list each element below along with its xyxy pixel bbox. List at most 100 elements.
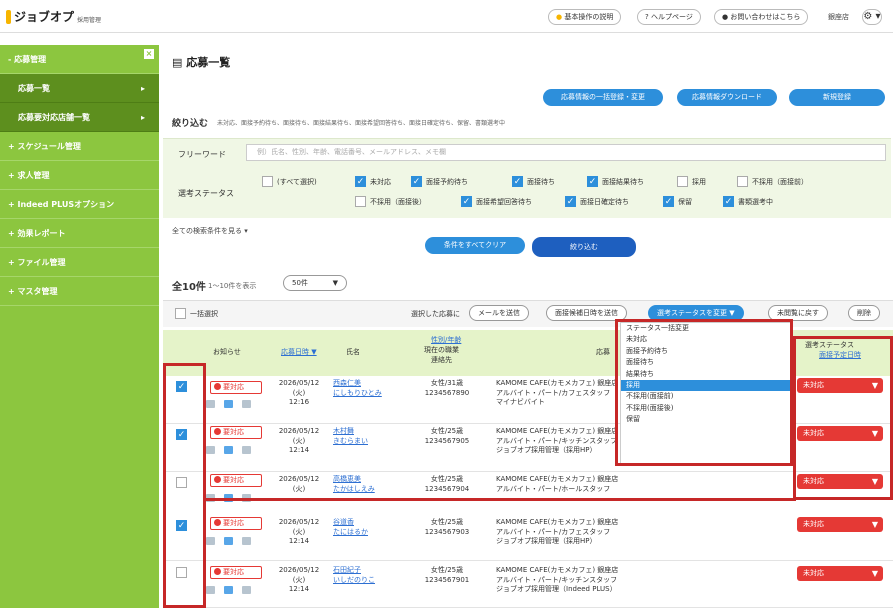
contact-button[interactable]: ● お問い合わせはこちら — [714, 9, 809, 25]
col-contact: 連絡先 — [431, 356, 452, 364]
application-date: 2026/05/12 (火) 12:16 — [278, 379, 320, 406]
checkbox-on-hold[interactable]: ✓ 保留 — [663, 196, 692, 207]
filter-description: 未対応、面接予約待ち、面接待ち、面接結果待ち、面接希望回答待ち、面接日確定待ち、… — [217, 120, 506, 127]
page-title: ▤ 応募一覧 — [172, 56, 231, 69]
highlight-box-dropdown — [615, 319, 793, 466]
person-icon — [224, 537, 233, 545]
applicant-name[interactable]: 木村舞 きむらまい — [333, 427, 368, 446]
checkbox-preference-waiting[interactable]: ✓ 面接希望回答待ち — [461, 196, 532, 207]
select-all-checkbox[interactable]: 一括選択 — [175, 308, 218, 319]
sidebar-item-reports[interactable]: + 効果レポート — [0, 219, 159, 248]
applicant-name[interactable]: 谷道香 たにはるか — [333, 518, 368, 537]
col-occupation: 現在の職業 — [424, 346, 459, 354]
chevron-down-icon: ▼ — [871, 569, 878, 578]
gender-age-contact: 女性/31歳 1234567890 — [424, 379, 470, 397]
status-select[interactable]: 未対応 ▼ — [797, 517, 883, 532]
chevron-down-icon: ▼ — [332, 279, 338, 287]
col-notice: お知らせ — [213, 348, 241, 356]
checkbox-interview-booking[interactable]: ✓ 面接予約待ち — [411, 176, 468, 187]
new-button[interactable]: 新規登録 — [789, 89, 885, 106]
shop-name: 銀座店 — [828, 13, 849, 21]
col-shop: 応募 — [596, 348, 610, 356]
clipboard-icon: ▤ — [172, 56, 187, 69]
sidebar-item-application-list[interactable]: 応募一覧 ▸ — [0, 74, 159, 103]
chevron-down-icon: ▼ — [871, 520, 878, 529]
result-range: 1〜10件を表示 — [208, 282, 257, 290]
logo-mark-icon — [6, 9, 11, 24]
download-button[interactable]: 応募情報ダウンロード — [677, 89, 777, 106]
checkbox-hired[interactable]: 採用 — [677, 176, 706, 187]
apply-filter-button[interactable]: 絞り込む — [532, 237, 636, 257]
shop-job-info: KAMOME CAFE(カモメカフェ) 銀座店 アルバイト・パート/カフェスタッフ… — [496, 518, 619, 545]
gender-age-contact: 女性/25歳 1234567904 — [424, 475, 470, 493]
applicant-name[interactable]: 高橋恵美 たかはしえみ — [333, 475, 375, 494]
top-header: ジョブオプ 採用管理 ● 基本操作の説明 ? ヘルプページ ● お問い合わせはこ… — [0, 0, 893, 33]
highlight-box-checkboxes — [163, 363, 206, 608]
needs-action-badge: 要対応 — [210, 566, 262, 579]
see-all-conditions-link[interactable]: 全ての検索条件を見る ▾ — [172, 226, 248, 236]
gear-icon[interactable]: ⚙ ▾ — [862, 9, 882, 25]
bulk-edit-button[interactable]: 応募情報の一括登録・変更 — [543, 89, 663, 106]
highlight-connector-line — [203, 498, 796, 501]
check-icon: ✓ — [723, 196, 734, 207]
group-icon — [242, 446, 251, 454]
needs-action-badge: 要対応 — [210, 517, 262, 530]
gender-age-contact: 女性/25歳 1234567903 — [424, 518, 470, 536]
col-gender-age[interactable]: 性別/年齢 — [431, 336, 461, 345]
needs-action-badge: 要対応 — [210, 426, 262, 439]
checkbox-date-waiting[interactable]: ✓ 面接日確定待ち — [565, 196, 629, 207]
shop-job-info: KAMOME CAFE(カモメカフェ) 銀座店 アルバイト・パート/キッチンスタッ… — [496, 427, 619, 454]
sidebar-item-indeed[interactable]: + Indeed PLUSオプション — [0, 190, 159, 219]
col-date-sort[interactable]: 応募日時 ▼ — [281, 348, 317, 357]
group-icon — [242, 537, 251, 545]
sidebar-item-master[interactable]: + マスタ管理 — [0, 277, 159, 306]
checkbox-rejected-before[interactable]: 不採用（面接前） — [737, 176, 808, 187]
application-date: 2026/05/12 (火) — [278, 475, 320, 493]
checkbox-interview-waiting[interactable]: ✓ 面接待ち — [512, 176, 555, 187]
applicant-name[interactable]: 西森仁美 にしもりひとみ — [333, 379, 382, 398]
status-label: 選考ステータス — [178, 189, 234, 198]
needs-action-badge: 要対応 — [210, 381, 262, 394]
alert-icon — [214, 476, 221, 483]
result-count: 全10件 — [172, 282, 206, 293]
status-select[interactable]: 未対応 ▼ — [797, 566, 883, 581]
gender-age-contact: 女性/25歳 1234567901 — [424, 566, 470, 584]
keyword-input[interactable]: 例）氏名、性別、年齢、電話番号、メールアドレス、メモ欄 — [246, 144, 886, 161]
needs-action-badge: 要対応 — [210, 474, 262, 487]
group-icon — [242, 400, 251, 408]
sidebar-item-jobs[interactable]: + 求人管理 — [0, 161, 159, 190]
send-mail-button[interactable]: メールを送信 — [469, 305, 529, 321]
sidebar-item-files[interactable]: + ファイル管理 — [0, 248, 159, 277]
checkbox-document-review[interactable]: ✓ 書類選考中 — [723, 196, 773, 207]
sidebar-item-schedule[interactable]: + スケジュール管理 — [0, 132, 159, 161]
logo-subtitle: 採用管理 — [77, 16, 102, 24]
highlight-box-status — [793, 336, 893, 500]
clear-conditions-button[interactable]: 条件をすべてクリア — [425, 237, 525, 254]
checkbox-unhandled[interactable]: ✓ 未対応 — [355, 176, 391, 187]
checkbox-rejected-after[interactable]: 不採用（面接後） — [355, 196, 426, 207]
check-icon: ✓ — [565, 196, 576, 207]
app-logo[interactable]: ジョブオプ 採用管理 — [6, 8, 101, 25]
logo-text: ジョブオプ — [14, 10, 75, 24]
delete-button[interactable]: 削除 — [848, 305, 880, 321]
shop-job-info: KAMOME CAFE(カモメカフェ) 銀座店 アルバイト・パート/ホールスタッフ — [496, 475, 619, 493]
shop-job-info: KAMOME CAFE(カモメカフェ) 銀座店 アルバイト・パート/キッチンスタッ… — [496, 566, 619, 593]
person-icon — [224, 400, 233, 408]
applicant-name[interactable]: 石田紀子 いしだのりこ — [333, 566, 375, 585]
keyword-label: フリーワード — [178, 150, 226, 159]
mail-icon — [206, 400, 215, 408]
alert-icon — [214, 519, 221, 526]
application-date: 2026/05/12 (火) 12:14 — [278, 427, 320, 454]
group-icon — [242, 586, 251, 594]
checkbox-select-all[interactable]: (すべて選択) — [262, 176, 317, 187]
guide-button[interactable]: ● 基本操作の説明 — [548, 9, 622, 25]
application-date: 2026/05/12 (火) 12:14 — [278, 518, 320, 545]
help-button[interactable]: ? ヘルプページ — [637, 9, 701, 25]
per-page-select[interactable]: 50件 ▼ — [283, 275, 347, 291]
alert-icon — [214, 428, 221, 435]
checkbox-result-waiting[interactable]: ✓ 面接結果待ち — [587, 176, 644, 187]
sidebar: × - 応募管理 応募一覧 ▸ 応募要対応店舗一覧 ▸ + スケジュール管理 + 求… — [0, 45, 159, 608]
check-icon: ✓ — [461, 196, 472, 207]
sidebar-item-shop-list[interactable]: 応募要対応店舗一覧 ▸ — [0, 103, 159, 132]
sidebar-item-applications[interactable]: - 応募管理 — [0, 45, 159, 74]
